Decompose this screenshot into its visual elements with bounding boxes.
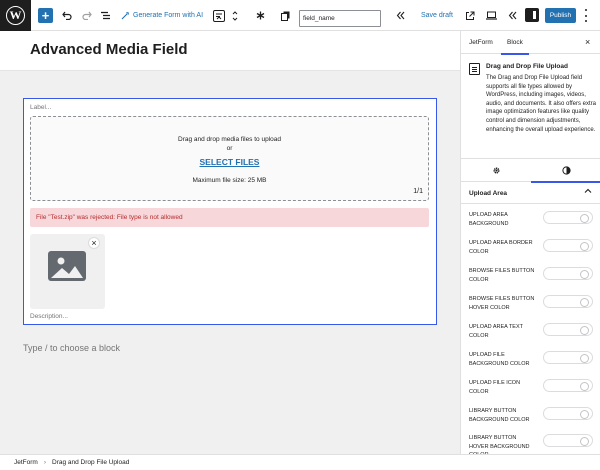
double-chevron-left-icon[interactable] [505,0,519,31]
upload-error-message: File "Test.zip" was rejected: File type … [30,208,429,227]
or-separator: or [226,145,233,152]
drop-instructions: Drag and drop media files to upload [178,136,281,143]
editor-canvas: Advanced Media Field Label... Drag and d… [0,31,460,454]
option-label: Browse Files Button Color [469,268,535,283]
option-label: Library Button Background Color [469,408,530,423]
preview-device-icon[interactable] [484,0,498,31]
media-field-block[interactable]: Label... Drag and drop media files to up… [23,98,437,325]
close-sidebar-button[interactable]: × [585,37,590,47]
option-upload-file-icon-color: Upload File Icon Color [469,379,597,403]
copy-icon[interactable] [278,0,292,31]
option-label: Browse Files Button Hover Color [469,296,535,311]
settings-sidebar: JetForm Block × Drag and Drop File Uploa… [460,31,600,454]
chevron-up-icon[interactable] [584,187,592,197]
publish-button[interactable]: Publish [545,8,576,23]
color-picker[interactable] [543,211,593,224]
error-text: File "Test.zip" was rejected: File type … [36,214,183,221]
add-block-button[interactable]: + [38,8,53,23]
breadcrumb-separator: › [43,459,47,466]
option-upload-file-background: Upload File Background Color [469,351,597,375]
option-label: Upload Area Background [469,212,509,227]
option-upload-area-background: Upload Area Background [469,211,597,235]
option-upload-area-border-color: Upload Area Border Color [469,239,597,263]
option-label: Upload File Background Color [469,352,530,367]
field-label-placeholder[interactable]: Label... [30,104,51,111]
block-title: Drag and Drop File Upload [486,63,568,70]
save-draft-button[interactable]: Save draft [421,0,453,31]
options-menu-icon[interactable] [584,9,588,22]
color-picker[interactable] [543,434,593,447]
image-placeholder-icon [48,251,86,281]
remove-file-button[interactable]: × [88,237,100,249]
option-browse-files-hover-color: Browse Files Button Hover Color [469,295,597,319]
wordpress-logo[interactable]: W [0,0,31,31]
generate-form-label: Generate Form with AI [133,12,204,19]
file-upload-block-icon [469,63,480,75]
block-description: The Drag and Drop File Upload field supp… [486,75,596,133]
collapse-double-chevron-icon[interactable] [393,0,407,31]
color-picker[interactable] [543,295,593,308]
option-label: Upload Area Text Color [469,324,523,339]
editor-toolbar: W + Generate Form with AI Save draft Pub… [0,0,600,31]
panel-title: Upload Area [469,190,508,197]
styles-tab[interactable] [531,159,600,183]
gear-icon [492,167,500,174]
option-label: Library Button Hover Background Color [469,435,530,454]
upload-area-panel-header[interactable]: Upload Area [461,182,600,204]
option-library-button-background: Library Button Background Color [469,407,597,431]
block-type-icon[interactable] [210,0,228,31]
undo-icon[interactable] [60,0,74,31]
color-picker[interactable] [543,351,593,364]
asterisk-icon[interactable] [253,0,267,31]
tab-jetform[interactable]: JetForm [469,31,493,54]
option-label: Upload File Icon Color [469,380,521,395]
description-placeholder[interactable]: Description... [30,313,68,320]
color-picker[interactable] [543,407,593,420]
page-title[interactable]: Advanced Media Field [30,41,188,58]
option-label: Upload Area Border Color [469,240,533,255]
select-files-button[interactable]: SELECT FILES [31,157,428,167]
move-up-down-icon[interactable] [230,0,240,31]
field-name-input[interactable] [299,10,381,27]
breadcrumb: JetForm › Drag and Drop File Upload [0,454,600,470]
breadcrumb-item-jetform[interactable]: JetForm [14,459,38,466]
option-browse-files-button-color: Browse Files Button Color [469,267,597,291]
contrast-icon [561,166,571,175]
file-count: 1/1 [413,188,423,195]
title-area: Advanced Media Field [0,31,460,71]
sidebar-tabs: JetForm Block × [461,31,600,55]
breadcrumb-item-block[interactable]: Drag and Drop File Upload [52,459,129,466]
redo-icon[interactable] [80,0,94,31]
color-picker[interactable] [543,323,593,336]
color-picker[interactable] [543,379,593,392]
option-library-button-hover-background: Library Button Hover Background Color [469,434,597,454]
upload-dropzone[interactable]: Drag and drop media files to upload or S… [30,116,429,201]
view-external-icon[interactable] [463,0,477,31]
inspector-tabs [461,158,600,183]
color-picker[interactable] [543,267,593,280]
magic-wand-icon [121,12,129,20]
wordpress-logo-icon: W [6,6,25,25]
max-file-size: Maximum file size: 25 MB [192,177,267,184]
settings-tab[interactable] [461,159,531,182]
option-upload-area-text-color: Upload Area Text Color [469,323,597,347]
generate-form-ai-button[interactable]: Generate Form with AI [121,0,203,31]
block-appender[interactable]: Type / to choose a block [23,343,120,353]
settings-sidebar-toggle-icon[interactable] [525,8,539,22]
tab-block[interactable]: Block [501,31,529,55]
color-picker[interactable] [543,239,593,252]
list-view-icon[interactable] [99,0,113,31]
